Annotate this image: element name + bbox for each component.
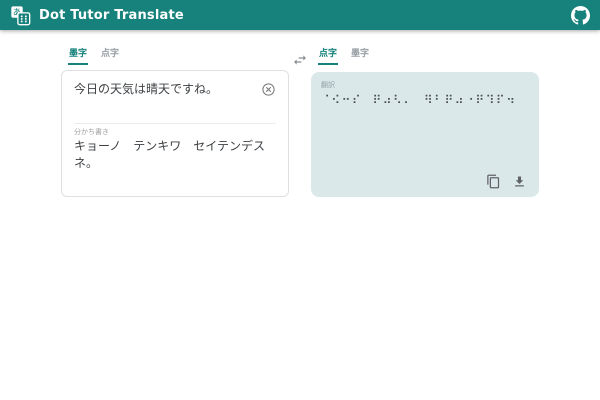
swap-horizontal-icon xyxy=(292,52,308,68)
copy-button[interactable] xyxy=(486,174,501,189)
swap-direction-button[interactable] xyxy=(291,51,309,69)
source-input-row: 今日の天気は晴天ですね。 xyxy=(74,81,276,98)
tab-output-tenji[interactable]: 点字 xyxy=(318,47,338,65)
source-column: 墨字 点字 今日の天気は晴天ですね。 分かち書き キョーノ テンキワ セイテンデ… xyxy=(61,47,289,197)
source-card: 今日の天気は晴天ですね。 分かち書き キョーノ テンキワ セイテンデスネ。 xyxy=(61,70,289,197)
wakachigaki-label: 分かち書き xyxy=(74,127,109,137)
output-tabs: 点字 墨字 xyxy=(311,47,539,66)
wakachigaki-text: キョーノ テンキワ セイテンデスネ。 xyxy=(74,138,276,172)
app-logo-translate-braille-icon: あ xyxy=(10,5,31,26)
translate-workspace: 墨字 点字 今日の天気は晴天ですね。 分かち書き キョーノ テンキワ セイテンデ… xyxy=(61,47,539,197)
tab-source-sumiji[interactable]: 墨字 xyxy=(68,47,88,65)
output-column: 点字 墨字 翻訳 ⠈⠪⠒⠎⠀⠟⠴⠣⠄⠀⠻⠃⠟⠴⠐⠟⠹⠏⠲ xyxy=(311,47,539,197)
braille-output-text: ⠈⠪⠒⠎⠀⠟⠴⠣⠄⠀⠻⠃⠟⠴⠐⠟⠹⠏⠲ xyxy=(321,93,529,109)
output-actions xyxy=(486,174,527,189)
github-link[interactable] xyxy=(570,5,590,25)
copy-icon xyxy=(486,174,501,189)
source-tabs: 墨字 点字 xyxy=(61,47,289,66)
app-header: あ Dot Tutor Translate xyxy=(0,0,600,30)
download-icon xyxy=(512,174,527,189)
translation-label: 翻訳 xyxy=(321,80,529,90)
card-divider xyxy=(74,123,276,124)
app-title: Dot Tutor Translate xyxy=(39,8,184,23)
output-panel: 翻訳 ⠈⠪⠒⠎⠀⠟⠴⠣⠄⠀⠻⠃⠟⠴⠐⠟⠹⠏⠲ xyxy=(311,72,539,197)
tab-source-tenji[interactable]: 点字 xyxy=(100,47,120,63)
download-button[interactable] xyxy=(512,174,527,189)
source-text-input[interactable]: 今日の天気は晴天ですね。 xyxy=(74,81,261,98)
clear-input-button[interactable] xyxy=(261,82,276,97)
tab-output-sumiji[interactable]: 墨字 xyxy=(350,47,370,63)
direction-switch-area xyxy=(289,47,311,197)
github-icon xyxy=(571,6,590,25)
